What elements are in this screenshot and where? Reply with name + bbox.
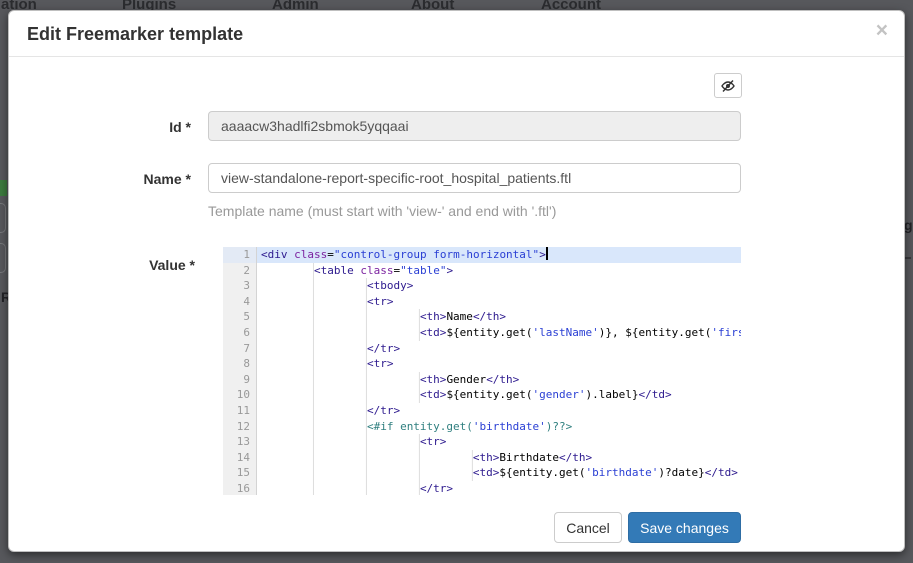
code-text: <td>${entity.get('lastName')}, ${entity.… (257, 325, 741, 341)
background-dash-fragment (905, 257, 911, 259)
line-number: 16 (223, 481, 257, 495)
name-help-text: Template name (must start with 'view-' a… (208, 203, 556, 219)
code-text: </tr> (257, 403, 741, 419)
background-text-fragment-right: g (904, 217, 913, 233)
code-text: </tr> (257, 481, 741, 495)
value-label: Value * (75, 257, 195, 273)
id-field[interactable] (208, 111, 741, 141)
code-line[interactable]: 6<td>${entity.get('lastName')}, ${entity… (223, 325, 741, 341)
line-number: 5 (223, 309, 257, 325)
code-text: <tbody> (257, 278, 741, 294)
code-line[interactable]: 12<#if entity.get('birthdate')??> (223, 419, 741, 435)
cancel-button[interactable]: Cancel (554, 512, 622, 543)
code-text: <div class="control-group form-horizonta… (257, 247, 741, 263)
code-line[interactable]: 7</tr> (223, 341, 741, 357)
dialog-title: Edit Freemarker template (27, 24, 243, 44)
code-text: <th>Gender</th> (257, 372, 741, 388)
code-text: <tr> (257, 294, 741, 310)
code-text: <tr> (257, 434, 741, 450)
line-number: 10 (223, 387, 257, 403)
dialog-header: Edit Freemarker template × (9, 11, 904, 57)
code-line[interactable]: 10<td>${entity.get('gender').label}</td> (223, 387, 741, 403)
line-number: 8 (223, 356, 257, 372)
code-line[interactable]: 13<tr> (223, 434, 741, 450)
save-changes-button[interactable]: Save changes (628, 512, 741, 543)
eye-slash-icon (720, 79, 736, 93)
code-line[interactable]: 11</tr> (223, 403, 741, 419)
line-number: 1 (223, 247, 257, 263)
line-number: 12 (223, 419, 257, 435)
background-field-fragment (0, 203, 6, 233)
code-line[interactable]: 3<tbody> (223, 278, 741, 294)
edit-freemarker-template-dialog: Edit Freemarker template × Id * Name * T… (8, 10, 905, 552)
code-text: <table class="table"> (257, 263, 741, 279)
code-text: <th>Name</th> (257, 309, 741, 325)
name-label: Name * (71, 171, 191, 187)
background-field-fragment (0, 243, 6, 273)
background-button-fragment (0, 180, 7, 196)
code-text: <th>Birthdate</th> (257, 450, 741, 466)
code-line[interactable]: 1<div class="control-group form-horizont… (223, 247, 741, 263)
text-cursor (546, 247, 548, 260)
code-line[interactable]: 4<tr> (223, 294, 741, 310)
line-number: 3 (223, 278, 257, 294)
code-line[interactable]: 16</tr> (223, 481, 741, 495)
code-line[interactable]: 8<tr> (223, 356, 741, 372)
line-number: 4 (223, 294, 257, 310)
toggle-preview-button[interactable] (714, 73, 742, 98)
code-text: <td>${entity.get('birthdate')?date}</td> (257, 465, 741, 481)
close-icon[interactable]: × (876, 20, 888, 41)
code-text: <td>${entity.get('gender').label}</td> (257, 387, 741, 403)
code-line[interactable]: 14<th>Birthdate</th> (223, 450, 741, 466)
line-number: 9 (223, 372, 257, 388)
line-number: 13 (223, 434, 257, 450)
code-line[interactable]: 15<td>${entity.get('birthdate')?date}</t… (223, 465, 741, 481)
line-number: 11 (223, 403, 257, 419)
name-field[interactable] (208, 163, 741, 193)
line-number: 14 (223, 450, 257, 466)
code-line[interactable]: 5<th>Name</th> (223, 309, 741, 325)
code-text: <#if entity.get('birthdate')??> (257, 419, 741, 435)
line-number: 7 (223, 341, 257, 357)
line-number: 15 (223, 465, 257, 481)
code-editor[interactable]: 1<div class="control-group form-horizont… (223, 247, 741, 495)
code-text: </tr> (257, 341, 741, 357)
code-text: <tr> (257, 356, 741, 372)
code-line[interactable]: 2<table class="table"> (223, 263, 741, 279)
line-number: 2 (223, 263, 257, 279)
line-number: 6 (223, 325, 257, 341)
code-line[interactable]: 9<th>Gender</th> (223, 372, 741, 388)
id-label: Id * (71, 119, 191, 135)
